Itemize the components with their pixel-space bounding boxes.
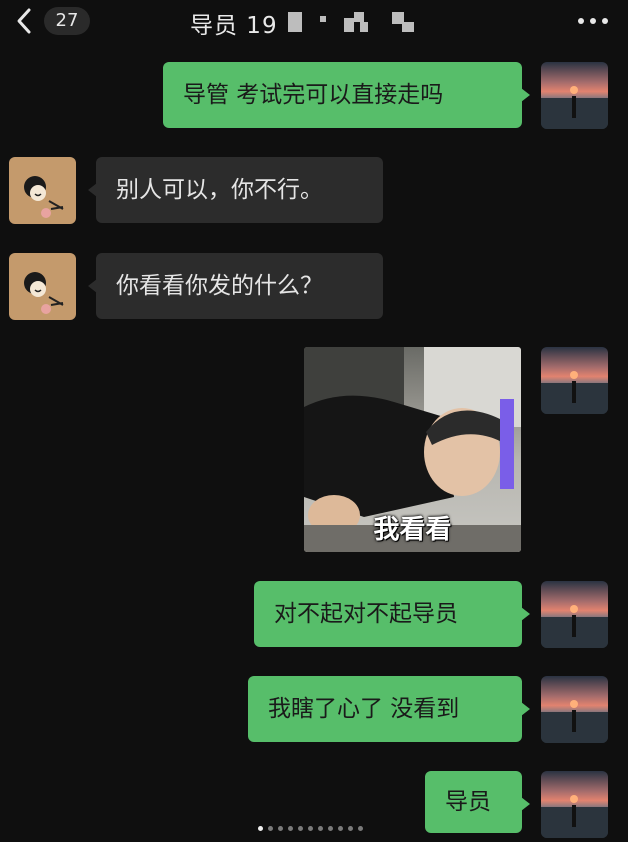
ellipsis-icon[interactable] bbox=[576, 12, 610, 30]
cartoon-face-icon bbox=[24, 176, 64, 218]
contact-avatar[interactable] bbox=[9, 157, 76, 224]
sticker-caption: 我看看 bbox=[373, 515, 452, 545]
chat-header: 27 导员 19 bbox=[0, 0, 628, 46]
page-dot[interactable] bbox=[258, 826, 263, 831]
my-avatar[interactable] bbox=[541, 676, 608, 743]
page-dot[interactable] bbox=[278, 826, 283, 831]
page-dot[interactable] bbox=[288, 826, 293, 831]
cartoon-face-icon bbox=[24, 272, 64, 314]
redacted-name-mosaic bbox=[288, 12, 428, 34]
my-avatar[interactable] bbox=[541, 581, 608, 648]
page-dot[interactable] bbox=[268, 826, 273, 831]
page-dot[interactable] bbox=[298, 826, 303, 831]
message-bubble-received[interactable]: 你看看你发的什么？ bbox=[88, 253, 383, 319]
page-dot[interactable] bbox=[318, 826, 323, 831]
chevron-left-icon[interactable] bbox=[10, 4, 40, 38]
message-bubble-sent[interactable]: 我瞎了心了 没看到 bbox=[248, 676, 530, 742]
message-bubble-sent[interactable]: 导员 bbox=[425, 771, 530, 833]
message-bubble-sent[interactable]: 导管 考试完可以直接走吗 bbox=[163, 62, 530, 128]
my-avatar[interactable] bbox=[541, 347, 608, 414]
contact-avatar[interactable] bbox=[9, 253, 76, 320]
my-avatar[interactable] bbox=[541, 771, 608, 838]
page-dot[interactable] bbox=[328, 826, 333, 831]
page-dot[interactable] bbox=[358, 826, 363, 831]
unread-count-badge[interactable]: 27 bbox=[44, 7, 90, 35]
message-bubble-sent[interactable]: 对不起对不起导员 bbox=[254, 581, 530, 647]
my-avatar[interactable] bbox=[541, 62, 608, 129]
page-dot[interactable] bbox=[338, 826, 343, 831]
page-dot[interactable] bbox=[308, 826, 313, 831]
message-bubble-received[interactable]: 别人可以，你不行。 bbox=[88, 157, 383, 223]
sticker-image[interactable]: 我看看 bbox=[304, 347, 521, 552]
page-dot[interactable] bbox=[348, 826, 353, 831]
chat-title: 导员 19 bbox=[190, 13, 278, 39]
